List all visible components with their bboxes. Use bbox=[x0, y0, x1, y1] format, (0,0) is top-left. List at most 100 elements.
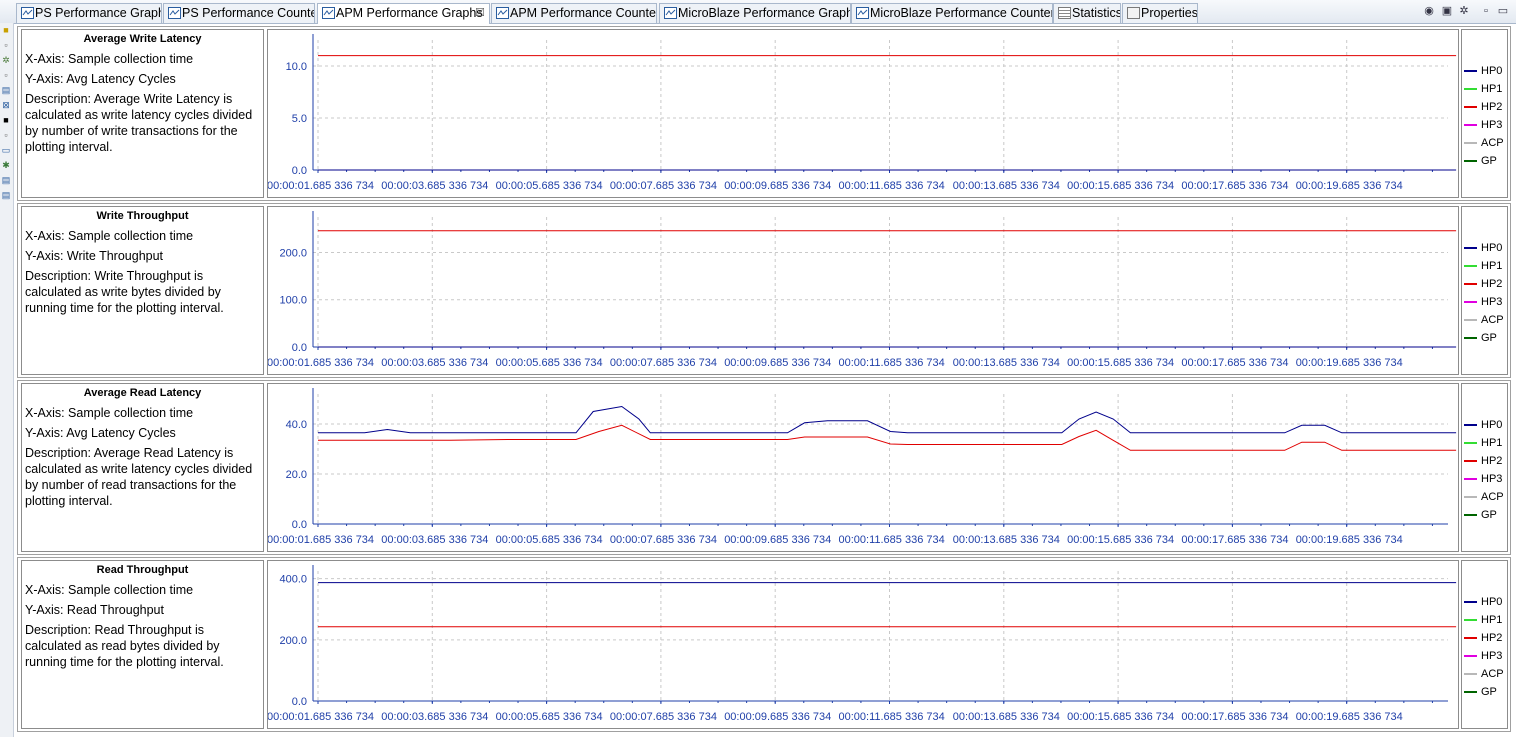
series-line-hp0 bbox=[318, 405, 1457, 434]
legend-item[interactable]: HP3 bbox=[1464, 295, 1508, 309]
legend-label: HP0 bbox=[1481, 419, 1503, 431]
restore-icon[interactable]: ▫ bbox=[1, 70, 11, 80]
legend-item[interactable]: HP0 bbox=[1464, 64, 1508, 78]
legend-swatch bbox=[1464, 691, 1477, 693]
y-tick-label: 0.0 bbox=[292, 519, 307, 531]
restore-icon[interactable]: ▫ bbox=[1, 40, 11, 50]
tab-microblaze-performance-counters[interactable]: MicroBlaze Performance Counters bbox=[851, 3, 1053, 23]
tab-label: MicroBlaze Performance Graphs bbox=[678, 6, 851, 20]
legend-swatch bbox=[1464, 601, 1477, 603]
panel-title: Average Read Latency bbox=[83, 387, 202, 399]
x-axis-label: X-Axis: Sample collection time bbox=[25, 406, 194, 420]
legend-item[interactable]: HP1 bbox=[1464, 82, 1508, 96]
tab-label: PS Performance Counters bbox=[182, 6, 315, 20]
legend-swatch bbox=[1464, 637, 1477, 639]
tab-ps-performance-counters[interactable]: PS Performance Counters bbox=[163, 3, 315, 23]
graph-info-box: Write Throughput X-Axis: Sample collectio… bbox=[21, 206, 264, 375]
graph-description: Description: Read Throughput is calculat… bbox=[25, 623, 224, 669]
legend-label: HP2 bbox=[1481, 455, 1503, 467]
legend-item[interactable]: HP1 bbox=[1464, 613, 1508, 627]
panel-title: Read Throughput bbox=[96, 564, 189, 576]
legend-label: HP3 bbox=[1481, 119, 1503, 131]
chart-legend: HP0 HP1 HP2 HP3 ACP GP bbox=[1461, 560, 1508, 729]
list-icon[interactable]: ▤ bbox=[1, 175, 11, 185]
legend-item[interactable]: HP0 bbox=[1464, 595, 1508, 609]
tab-properties[interactable]: Properties bbox=[1122, 3, 1198, 23]
legend-item[interactable]: GP bbox=[1464, 685, 1508, 699]
tab-label: Properties bbox=[1141, 6, 1198, 20]
legend-item[interactable]: HP1 bbox=[1464, 436, 1508, 450]
legend-item[interactable]: GP bbox=[1464, 508, 1508, 522]
legend-label: HP3 bbox=[1481, 296, 1503, 308]
minimize-icon[interactable]: ▫ bbox=[1479, 4, 1493, 18]
list-icon[interactable]: ▤ bbox=[1, 190, 11, 200]
restore-icon[interactable]: ▫ bbox=[1, 130, 11, 140]
properties-icon bbox=[1127, 7, 1140, 19]
series-line-hp2 bbox=[318, 424, 1457, 451]
x-tick-label: 00:00:09.685 336 734 bbox=[724, 357, 831, 369]
legend-item[interactable]: HP2 bbox=[1464, 100, 1508, 114]
y-axis-label: Y-Axis: Read Throughput bbox=[25, 603, 164, 617]
tab-apm-performance-graphs[interactable]: APM Performance Graphs ☒ bbox=[317, 3, 490, 24]
chart-plot-area[interactable]: 00:00:01.685 336 734 00:00:03.685 336 734… bbox=[267, 560, 1459, 729]
y-tick-label: 0.0 bbox=[292, 696, 307, 708]
legend-item[interactable]: ACP bbox=[1464, 490, 1508, 504]
x-tick-label: 00:00:09.685 336 734 bbox=[724, 534, 831, 546]
legend-swatch bbox=[1464, 70, 1477, 72]
legend-label: HP2 bbox=[1481, 632, 1503, 644]
x-tick-label: 00:00:05.685 336 734 bbox=[496, 180, 603, 192]
legend-item[interactable]: HP3 bbox=[1464, 649, 1508, 663]
x-tick-label: 00:00:15.685 336 734 bbox=[1067, 180, 1174, 192]
chart-legend: HP0 HP1 HP2 HP3 ACP GP bbox=[1461, 29, 1508, 198]
list-icon[interactable]: ▤ bbox=[1, 85, 11, 95]
console-icon[interactable]: ■ bbox=[1, 115, 11, 125]
legend-item[interactable]: HP3 bbox=[1464, 118, 1508, 132]
legend-item[interactable]: ACP bbox=[1464, 136, 1508, 150]
legend-item[interactable]: HP2 bbox=[1464, 454, 1508, 468]
panel-title: Average Write Latency bbox=[83, 33, 202, 45]
maximize-icon[interactable]: ▭ bbox=[1496, 4, 1510, 18]
x-tick-label: 00:00:17.685 336 734 bbox=[1181, 711, 1288, 723]
y-tick-label: 0.0 bbox=[292, 165, 307, 177]
legend-swatch bbox=[1464, 673, 1477, 675]
folder-icon[interactable]: ■ bbox=[1, 25, 11, 35]
legend-item[interactable]: HP0 bbox=[1464, 418, 1508, 432]
view-icon[interactable]: ◉ bbox=[1422, 4, 1436, 18]
graph-panel: Average Read Latency X-Axis: Sample colle… bbox=[17, 380, 1511, 555]
y-tick-label: 200.0 bbox=[279, 635, 307, 647]
chart-plot-area[interactable]: 00:00:01.685 336 734 00:00:03.685 336 734… bbox=[267, 383, 1459, 552]
legend-item[interactable]: GP bbox=[1464, 154, 1508, 168]
x-tick-label: 00:00:01.685 336 734 bbox=[268, 711, 374, 723]
settings-icon[interactable]: ✲ bbox=[1457, 4, 1471, 18]
tab-statistics[interactable]: Statistics bbox=[1053, 3, 1121, 23]
legend-item[interactable]: ACP bbox=[1464, 313, 1508, 327]
chart-plot-area[interactable]: 00:00:01.685 336 734 00:00:03.685 336 734… bbox=[267, 206, 1459, 375]
cross-icon[interactable]: ⊠ bbox=[1, 100, 11, 110]
graph-icon[interactable]: ▭ bbox=[1, 145, 11, 155]
legend-item[interactable]: HP2 bbox=[1464, 277, 1508, 291]
legend-swatch bbox=[1464, 496, 1477, 498]
graph-panel: Write Throughput X-Axis: Sample collectio… bbox=[17, 203, 1511, 378]
chart-plot-area[interactable]: 00:00:01.685 336 734 00:00:03.685 336 734… bbox=[267, 29, 1459, 198]
legend-item[interactable]: ACP bbox=[1464, 667, 1508, 681]
y-axis-label: Y-Axis: Write Throughput bbox=[25, 249, 164, 263]
legend-label: HP2 bbox=[1481, 278, 1503, 290]
debug-icon[interactable]: ✱ bbox=[1, 160, 11, 170]
close-tab-icon[interactable]: ☒ bbox=[475, 4, 485, 22]
legend-item[interactable]: HP2 bbox=[1464, 631, 1508, 645]
legend-item[interactable]: HP3 bbox=[1464, 472, 1508, 486]
x-tick-label: 00:00:17.685 336 734 bbox=[1181, 180, 1288, 192]
tab-apm-performance-counters[interactable]: APM Performance Counters bbox=[491, 3, 657, 23]
x-tick-label: 00:00:13.685 336 734 bbox=[953, 711, 1060, 723]
legend-item[interactable]: GP bbox=[1464, 331, 1508, 345]
graph-panel: Average Write Latency X-Axis: Sample coll… bbox=[17, 26, 1511, 201]
tab-microblaze-performance-graphs[interactable]: MicroBlaze Performance Graphs bbox=[659, 3, 851, 23]
legend-item[interactable]: HP0 bbox=[1464, 241, 1508, 255]
x-tick-label: 00:00:07.685 336 734 bbox=[610, 180, 717, 192]
y-tick-label: 20.0 bbox=[286, 469, 307, 481]
legend-item[interactable]: HP1 bbox=[1464, 259, 1508, 273]
x-tick-label: 00:00:13.685 336 734 bbox=[953, 180, 1060, 192]
gear-icon[interactable]: ✲ bbox=[1, 55, 11, 65]
export-icon[interactable]: ▣ bbox=[1440, 4, 1454, 18]
tab-ps-performance-graphs[interactable]: PS Performance Graphs bbox=[16, 3, 162, 23]
